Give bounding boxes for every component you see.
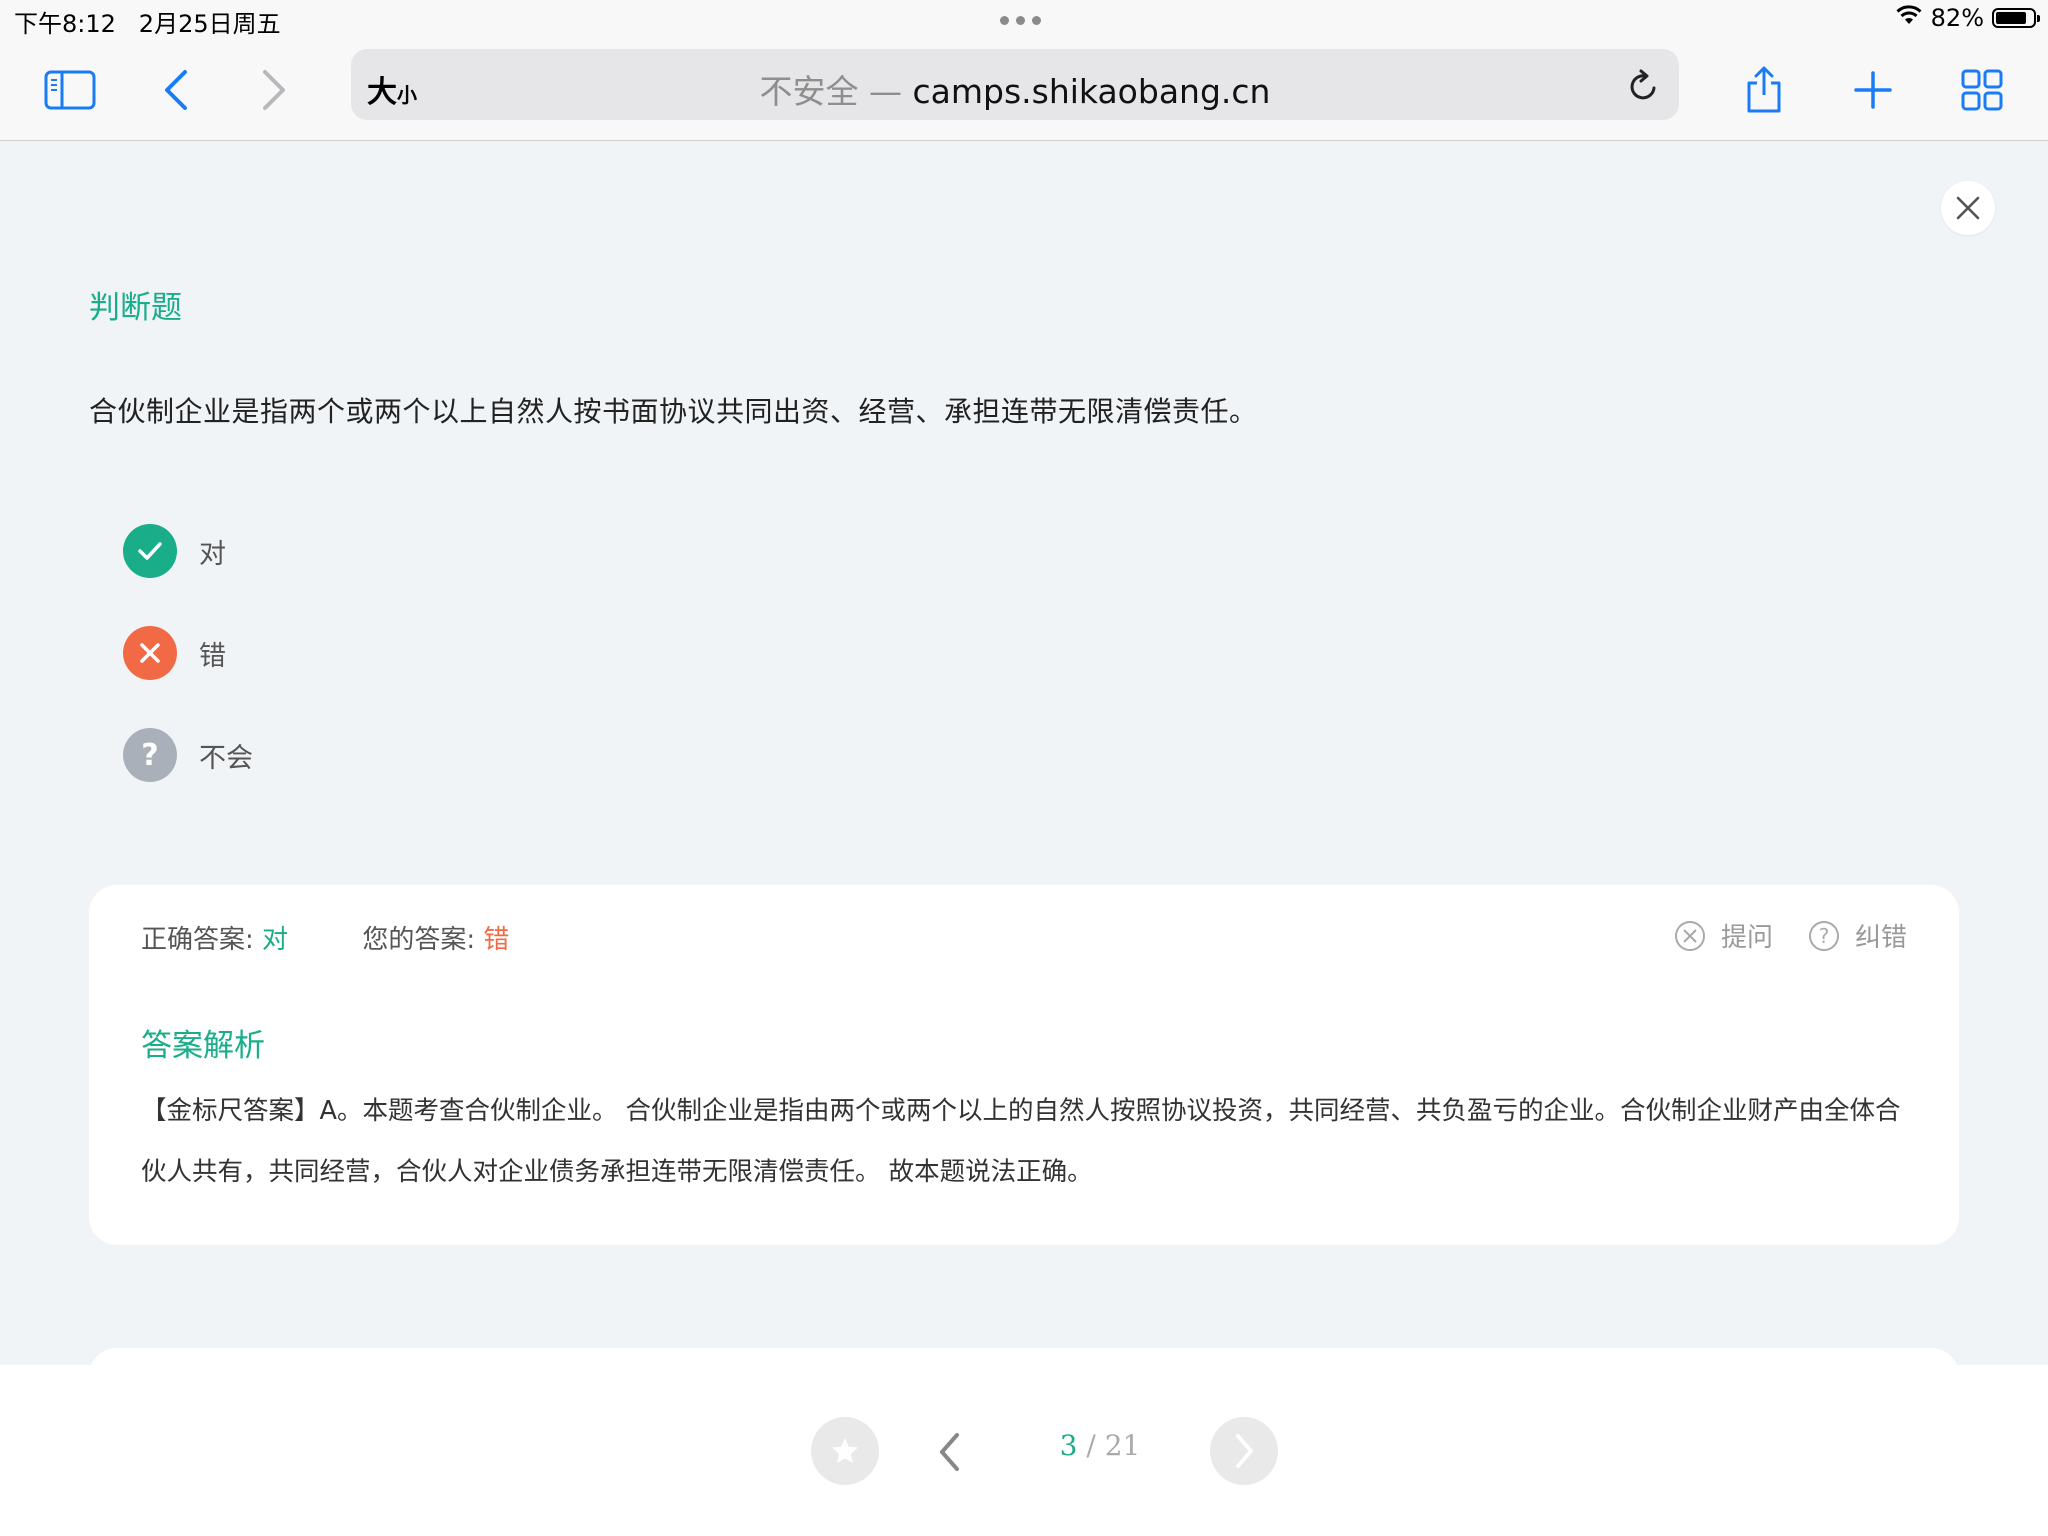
current-page: 3 <box>1059 1429 1078 1462</box>
check-icon <box>123 524 177 578</box>
ask-icon <box>1674 920 1705 951</box>
favorite-button[interactable] <box>811 1417 879 1485</box>
analysis-text: 【金标尺答案】A。本题考查合伙制企业。 合伙制企业是指由两个或两个以上的自然人按… <box>141 1096 1901 1187</box>
clock-date: 2月25日周五 <box>138 10 281 38</box>
status-time: 下午8:12 2月25日周五 <box>14 4 281 39</box>
option-label: 错 <box>199 640 226 672</box>
answer-card: 正确答案: 对 您的答案: 错 提问 ? 纠错 答案解析 【金标尺答案】A。本题… <box>89 885 1959 1245</box>
question-text: 合伙制企业是指两个或两个以上自然人按书面协议共同出资、经营、承担连带无限清偿责任… <box>89 395 1258 428</box>
next-question-button[interactable] <box>1210 1417 1278 1485</box>
question-pager: 3 / 21 <box>1059 1429 1141 1462</box>
back-icon[interactable] <box>146 60 206 120</box>
battery-icon <box>1992 8 2040 28</box>
browser-toolbar: 大小 不安全 — camps.shikaobang.cn <box>0 40 2048 141</box>
forward-icon[interactable] <box>244 60 304 120</box>
close-icon <box>1956 196 1980 220</box>
close-button[interactable] <box>1941 181 1995 235</box>
chevron-left-icon <box>940 1433 959 1471</box>
url-display[interactable]: 不安全 — camps.shikaobang.cn <box>351 65 1679 113</box>
sidebar-icon[interactable] <box>40 60 100 120</box>
ask-button[interactable]: 提问 <box>1673 917 1773 954</box>
my-answer-value: 错 <box>483 925 510 955</box>
total-pages: 21 <box>1104 1429 1141 1462</box>
domain-label: camps.shikaobang.cn <box>912 72 1271 111</box>
option-true[interactable]: 对 <box>123 524 226 578</box>
reload-icon[interactable] <box>1627 67 1661 107</box>
correct-answer-value: 对 <box>262 925 289 955</box>
option-label: 不会 <box>199 742 253 774</box>
new-tab-icon[interactable] <box>1843 60 1903 120</box>
share-icon[interactable] <box>1734 60 1794 120</box>
correct-answer-label: 正确答案: <box>141 925 254 955</box>
analysis-title: 答案解析 <box>141 1028 265 1064</box>
wifi-icon <box>1895 4 1923 32</box>
answer-summary: 正确答案: 对 您的答案: 错 <box>141 919 509 956</box>
chevron-right-icon <box>1236 1434 1253 1468</box>
option-false[interactable]: 错 <box>123 626 226 680</box>
svg-text:?: ? <box>1819 924 1830 948</box>
answer-actions: 提问 ? 纠错 <box>1673 917 1907 954</box>
bottom-bar: 3 / 21 <box>0 1365 2048 1536</box>
star-icon <box>832 1438 858 1463</box>
question-mark-icon: ? <box>123 728 177 782</box>
question-type: 判断题 <box>89 290 182 326</box>
option-label: 对 <box>199 538 226 570</box>
clock-time: 下午8:12 <box>14 10 116 38</box>
status-right: 82% <box>1895 4 2040 32</box>
status-bar: 下午8:12 2月25日周五 82% <box>0 0 2048 40</box>
cross-icon <box>123 626 177 680</box>
option-unknown[interactable]: ? 不会 <box>123 728 253 782</box>
insecure-label: 不安全 — <box>759 72 903 111</box>
report-error-button[interactable]: ? 纠错 <box>1807 917 1907 954</box>
multitasking-dots[interactable] <box>1000 16 1041 25</box>
help-circle-icon: ? <box>1808 920 1839 951</box>
tabs-overview-icon[interactable] <box>1952 60 2012 120</box>
address-bar[interactable]: 大小 不安全 — camps.shikaobang.cn <box>351 49 1679 120</box>
my-answer-label: 您的答案: <box>362 925 476 955</box>
prev-question-button[interactable] <box>935 1430 965 1478</box>
battery-percent: 82% <box>1930 4 1984 32</box>
